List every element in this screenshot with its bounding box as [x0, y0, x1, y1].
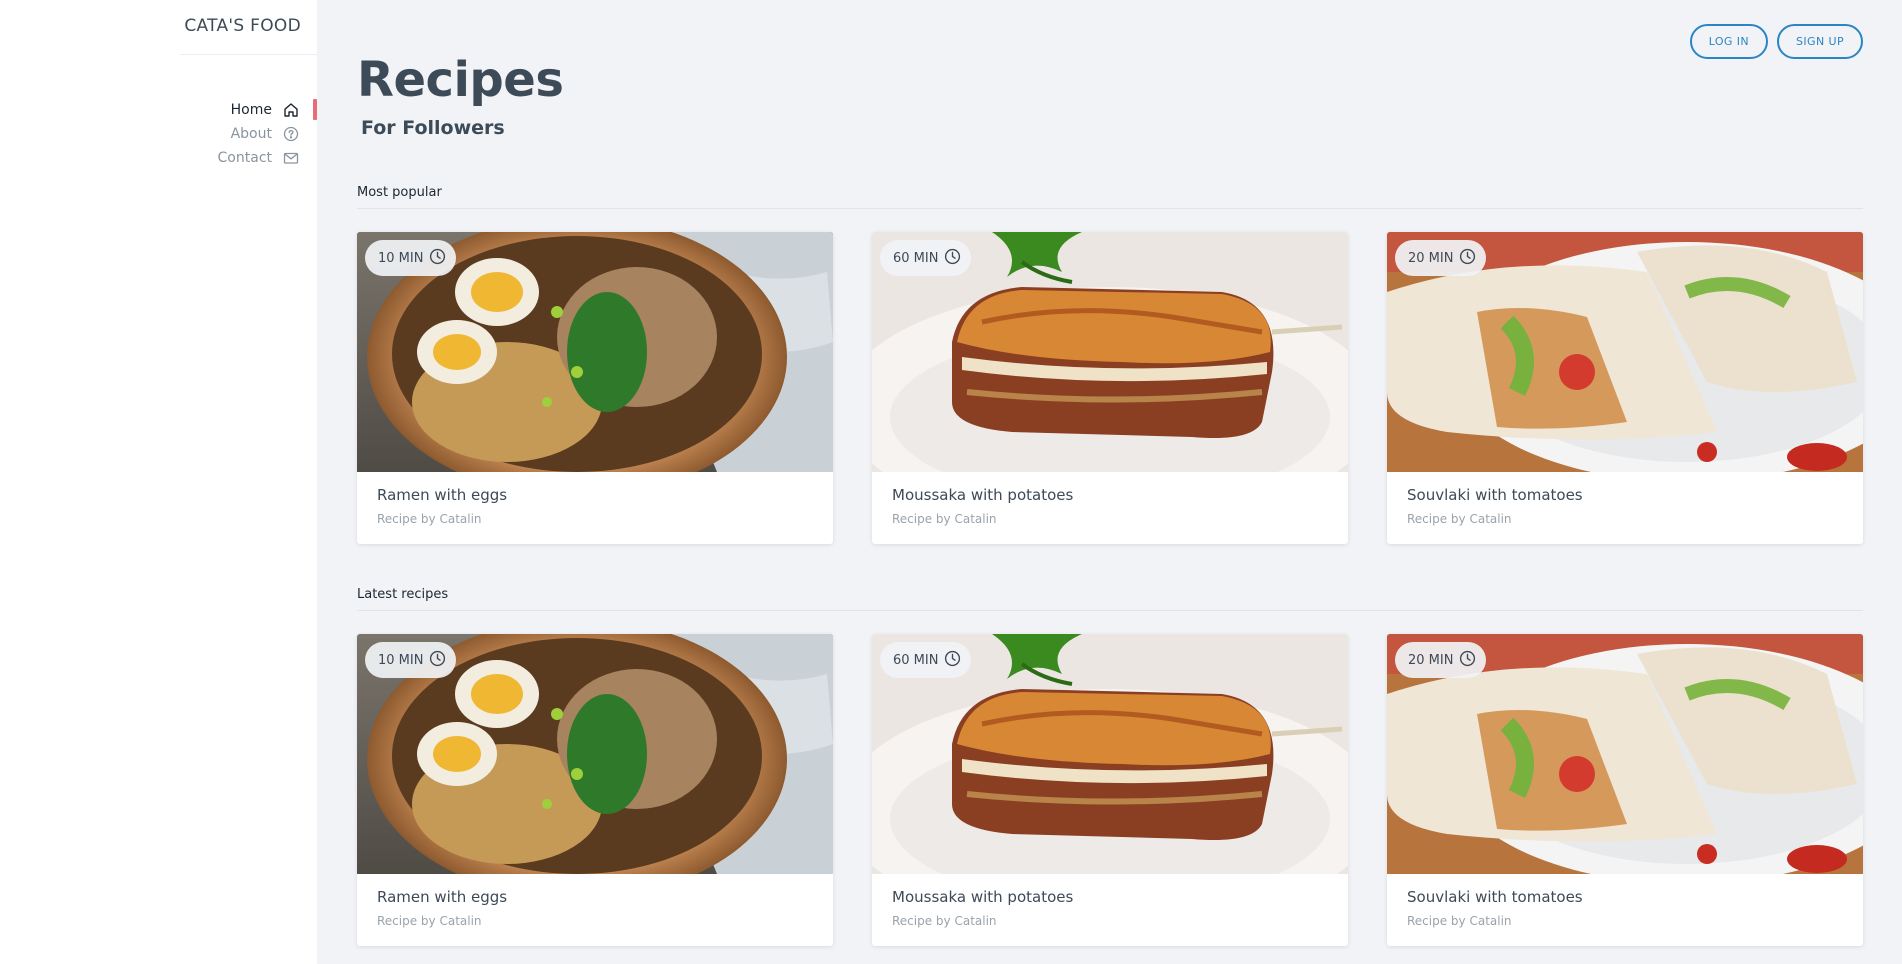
page-subtitle: For Followers [361, 117, 505, 139]
nav-item-label: About [230, 126, 272, 142]
home-icon [282, 101, 300, 119]
clock-icon [944, 248, 961, 269]
clock-icon [1459, 650, 1476, 671]
nav-item-about[interactable]: About [117, 122, 317, 146]
time-badge: 10 MIN [365, 642, 457, 678]
nav-item-contact[interactable]: Contact [117, 146, 317, 170]
page-title: Recipes [357, 52, 564, 108]
auth-buttons: LOG IN SIGN UP [1689, 24, 1863, 59]
ramen-image: 10 MIN [357, 634, 833, 874]
time-badge: 10 MIN [365, 240, 457, 276]
clock-icon [1459, 248, 1476, 269]
ramen-image: 10 MIN [357, 232, 833, 472]
nav-item-label: Home [230, 102, 272, 118]
section-latest-recipes: Latest recipes 10 MIN Ramen with eggs Re… [357, 587, 1863, 946]
recipe-title[interactable]: Souvlaki with tomatoes [1407, 888, 1843, 906]
recipe-author: Recipe by Catalin [892, 914, 997, 928]
card-list: 10 MIN Ramen with eggs Recipe by Catalin [357, 634, 1863, 946]
clock-icon [944, 650, 961, 671]
recipe-card[interactable]: 20 MIN Souvlaki with tomatoes Recipe by … [1387, 232, 1863, 544]
nav-item-home[interactable]: Home [117, 98, 317, 122]
mail-icon [282, 149, 300, 167]
recipe-title[interactable]: Moussaka with potatoes [892, 486, 1328, 504]
recipe-author: Recipe by Catalin [892, 512, 997, 526]
signup-button[interactable]: SIGN UP [1777, 24, 1863, 59]
time-badge: 60 MIN [880, 642, 972, 678]
souvlaki-image: 20 MIN [1387, 634, 1863, 874]
time-label: 10 MIN [378, 652, 424, 668]
recipe-title[interactable]: Moussaka with potatoes [892, 888, 1328, 906]
divider [180, 54, 317, 55]
section-most-popular: Most popular 10 MIN Ramen with eggs Reci… [357, 185, 1863, 544]
login-button[interactable]: LOG IN [1689, 24, 1769, 59]
recipe-author: Recipe by Catalin [1407, 512, 1512, 526]
section-heading: Latest recipes [357, 587, 1863, 611]
help-circle-icon [282, 125, 300, 143]
recipe-author: Recipe by Catalin [1407, 914, 1512, 928]
nav-item-label: Contact [217, 150, 272, 166]
time-label: 10 MIN [378, 250, 424, 266]
time-label: 20 MIN [1408, 652, 1454, 668]
recipe-card[interactable]: 60 MIN Moussaka with potatoes Recipe by … [872, 232, 1348, 544]
card-list: 10 MIN Ramen with eggs Recipe by Catalin [357, 232, 1863, 544]
moussaka-image: 60 MIN [872, 634, 1348, 874]
recipe-card[interactable]: 20 MIN Souvlaki with tomatoes Recipe by … [1387, 634, 1863, 946]
clock-icon [429, 248, 446, 269]
time-badge: 20 MIN [1395, 240, 1487, 276]
brand-logo[interactable]: CATA'S FOOD [184, 16, 301, 36]
recipe-card[interactable]: 10 MIN Ramen with eggs Recipe by Catalin [357, 634, 833, 946]
recipe-author: Recipe by Catalin [377, 914, 482, 928]
time-label: 20 MIN [1408, 250, 1454, 266]
recipe-author: Recipe by Catalin [377, 512, 482, 526]
time-badge: 60 MIN [880, 240, 972, 276]
clock-icon [429, 650, 446, 671]
recipe-title[interactable]: Souvlaki with tomatoes [1407, 486, 1843, 504]
time-label: 60 MIN [893, 250, 939, 266]
souvlaki-image: 20 MIN [1387, 232, 1863, 472]
time-label: 60 MIN [893, 652, 939, 668]
recipe-card[interactable]: 10 MIN Ramen with eggs Recipe by Catalin [357, 232, 833, 544]
sidebar: CATA'S FOOD Home About Contact [0, 0, 317, 964]
time-badge: 20 MIN [1395, 642, 1487, 678]
sidebar-nav: Home About Contact [117, 98, 317, 170]
section-heading: Most popular [357, 185, 1863, 209]
recipe-title[interactable]: Ramen with eggs [377, 888, 813, 906]
moussaka-image: 60 MIN [872, 232, 1348, 472]
recipe-card[interactable]: 60 MIN Moussaka with potatoes Recipe by … [872, 634, 1348, 946]
recipe-title[interactable]: Ramen with eggs [377, 486, 813, 504]
